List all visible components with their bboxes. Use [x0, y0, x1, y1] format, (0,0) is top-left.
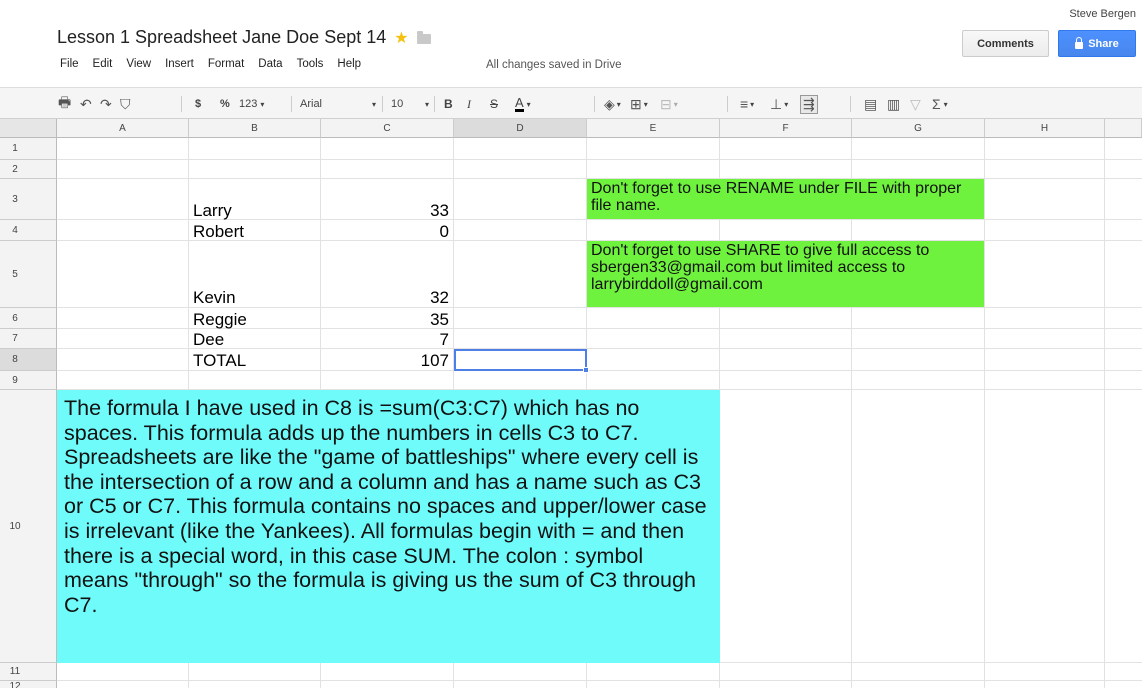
menu-tools[interactable]: Tools — [297, 58, 324, 70]
cell-c7[interactable]: 7 — [321, 331, 449, 348]
chevron-down-icon: ▾ — [260, 99, 265, 109]
share-button[interactable]: Share — [1058, 30, 1136, 57]
row-header-8[interactable]: 8 — [0, 349, 57, 371]
cell-b3[interactable]: Larry — [193, 202, 232, 219]
chevron-down-icon: ▾ — [371, 99, 376, 109]
folder-icon[interactable] — [416, 30, 431, 44]
italic-button[interactable]: I — [467, 88, 471, 120]
column-header-e[interactable]: E — [587, 119, 720, 138]
font-family-select[interactable]: Arial ▾ — [300, 88, 376, 120]
selected-cell-d8[interactable] — [454, 349, 589, 373]
menu-edit[interactable]: Edit — [93, 58, 113, 70]
column-header-i[interactable] — [1105, 119, 1142, 138]
fill-handle[interactable] — [583, 367, 589, 373]
merge-cells-icon[interactable]: ⊟ ▾ — [660, 88, 678, 120]
comments-button[interactable]: Comments — [962, 30, 1049, 57]
column-header-d[interactable]: D — [454, 119, 587, 138]
toolbar: 🖶 ↶ ↷ ⛉ $ % 123 ▾ Arial ▾ 10 ▾ B I S A ▾… — [0, 87, 1142, 119]
menu-bar: File Edit View Insert Format Data Tools … — [60, 58, 375, 70]
column-header-a[interactable]: A — [57, 119, 189, 138]
lock-icon — [1075, 37, 1084, 49]
title-row: Lesson 1 Spreadsheet Jane Doe Sept 14 ★ — [57, 27, 431, 48]
column-header-f[interactable]: F — [720, 119, 852, 138]
cell-b6[interactable]: Reggie — [193, 311, 247, 328]
vertical-align-icon[interactable]: ⊥ ▾ — [770, 88, 788, 120]
share-button-label: Share — [1088, 37, 1119, 50]
horizontal-align-icon[interactable]: ≡ ▾ — [740, 88, 754, 120]
column-header-h[interactable]: H — [985, 119, 1105, 138]
row-header-9[interactable]: 9 — [0, 371, 57, 390]
more-formats-button[interactable]: 123 ▾ — [239, 88, 264, 120]
save-status: All changes saved in Drive — [486, 59, 622, 71]
fill-color-icon[interactable]: ◈ ▾ — [604, 88, 621, 120]
cell-c6[interactable]: 35 — [321, 311, 449, 328]
cell-b7[interactable]: Dee — [193, 331, 224, 348]
row-header-11[interactable]: 11 — [0, 663, 57, 681]
undo-icon[interactable]: ↶ — [80, 88, 92, 120]
insert-comment-icon[interactable]: ▤ — [864, 88, 877, 120]
row-header-3[interactable]: 3 — [0, 179, 57, 220]
chevron-down-icon: ▾ — [424, 99, 429, 109]
menu-format[interactable]: Format — [208, 58, 244, 70]
select-all-corner[interactable] — [0, 119, 57, 138]
row-header-6[interactable]: 6 — [0, 308, 57, 329]
note-rename[interactable]: Don't forget to use RENAME under FILE wi… — [587, 179, 984, 219]
row-header-12[interactable]: 12 — [0, 681, 57, 688]
text-color-button[interactable]: A ▾ — [515, 88, 531, 120]
percent-format-button[interactable]: % — [220, 88, 230, 120]
bold-button[interactable]: B — [444, 88, 453, 120]
note-share[interactable]: Don't forget to use SHARE to give full a… — [587, 241, 984, 307]
insert-chart-icon[interactable]: ▥ — [887, 88, 900, 120]
column-header-c[interactable]: C — [321, 119, 454, 138]
menu-file[interactable]: File — [60, 58, 79, 70]
menu-view[interactable]: View — [126, 58, 151, 70]
wrap-text-icon[interactable]: ⇶ — [800, 88, 818, 120]
strikethrough-button[interactable]: S — [490, 88, 498, 120]
row-header-10[interactable]: 10 — [0, 390, 57, 663]
menu-help[interactable]: Help — [337, 58, 361, 70]
chevron-down-icon: ▾ — [526, 99, 531, 109]
cell-c3[interactable]: 33 — [321, 202, 449, 219]
menu-data[interactable]: Data — [258, 58, 282, 70]
cell-c4[interactable]: 0 — [321, 223, 449, 240]
print-icon[interactable]: 🖶 — [58, 88, 71, 120]
redo-icon[interactable]: ↷ — [100, 88, 112, 120]
row-header-1[interactable]: 1 — [0, 138, 57, 160]
cell-b8[interactable]: TOTAL — [193, 352, 246, 369]
row-header-5[interactable]: 5 — [0, 241, 57, 308]
menu-insert[interactable]: Insert — [165, 58, 194, 70]
borders-icon[interactable]: ⊞ ▾ — [630, 88, 648, 120]
row-header-4[interactable]: 4 — [0, 220, 57, 241]
font-family-value: Arial — [300, 98, 323, 110]
cell-b4[interactable]: Robert — [193, 223, 244, 240]
note-formula-explanation[interactable]: The formula I have used in C8 is =sum(C3… — [57, 390, 720, 663]
cell-c8[interactable]: 107 — [321, 352, 449, 369]
functions-label: Σ — [932, 96, 941, 112]
font-size-value: 10 — [391, 98, 404, 110]
star-icon[interactable]: ★ — [394, 28, 408, 48]
row-header-2[interactable]: 2 — [0, 160, 57, 179]
more-formats-label: 123 — [239, 98, 258, 110]
cell-c5[interactable]: 32 — [321, 289, 449, 306]
text-color-label: A — [515, 94, 524, 112]
currency-format-button[interactable]: $ — [195, 88, 201, 120]
column-header-g[interactable]: G — [852, 119, 985, 138]
font-size-select[interactable]: 10 ▾ — [391, 88, 429, 120]
row-header-7[interactable]: 7 — [0, 329, 57, 349]
cell-b5[interactable]: Kevin — [193, 289, 236, 306]
document-title[interactable]: Lesson 1 Spreadsheet Jane Doe Sept 14 — [57, 27, 386, 48]
column-header-b[interactable]: B — [189, 119, 321, 138]
paint-format-icon[interactable]: ⛉ — [120, 88, 131, 120]
filter-icon[interactable]: ▽ — [910, 88, 921, 120]
functions-button[interactable]: Σ ▾ — [932, 88, 948, 120]
chevron-down-icon: ▾ — [943, 99, 948, 109]
user-name[interactable]: Steve Bergen — [1069, 8, 1136, 20]
